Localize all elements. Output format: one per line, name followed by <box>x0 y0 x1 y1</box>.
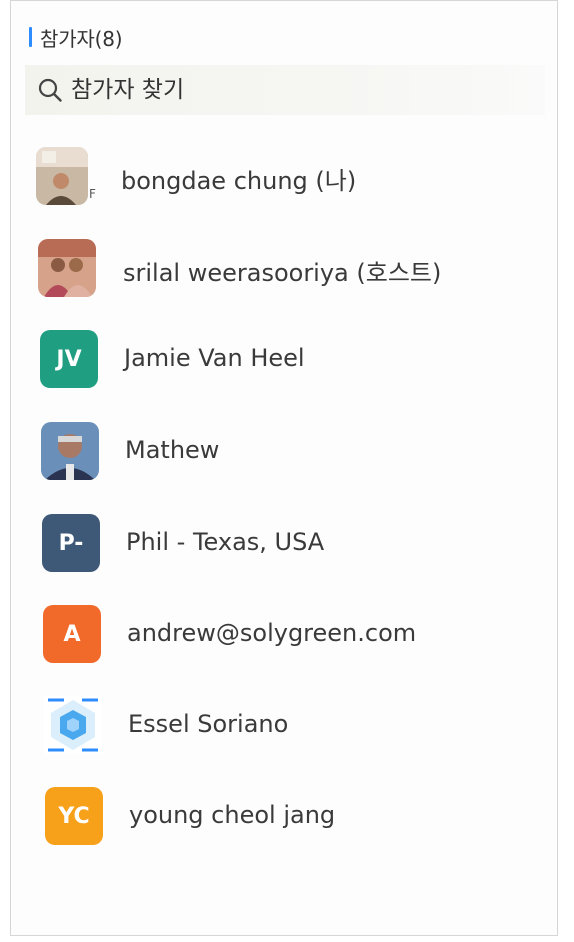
participant-row[interactable]: P- Phil - Texas, USA <box>11 498 559 588</box>
participant-name: Phil - Texas, USA <box>126 528 325 556</box>
participant-name: Mathew <box>125 436 220 464</box>
initials-avatar: A <box>43 605 101 663</box>
avatar-initials: YC <box>58 803 90 829</box>
participants-panel: 참가자(8) F bongdae chung (나) <box>10 0 558 936</box>
participant-name: Jamie Van Heel <box>124 344 305 372</box>
participant-name: young cheol jang <box>129 801 336 829</box>
participant-row[interactable]: JV Jamie Van Heel <box>11 314 559 404</box>
panel-header: 참가자(8) <box>29 23 123 51</box>
participant-row[interactable]: F bongdae chung (나) <box>11 131 559 221</box>
participants-count-title: 참가자(8) <box>40 26 123 51</box>
participant-row[interactable]: srilal weerasooriya (호스트) <box>11 222 559 312</box>
participant-row[interactable]: Mathew <box>11 406 559 496</box>
header-accent-bar <box>29 27 32 47</box>
avatar-initials: JV <box>56 346 82 372</box>
user-photo-icon <box>41 422 99 480</box>
avatar-corner-mark: F <box>89 187 96 201</box>
participant-row[interactable]: Essel Soriano <box>11 680 559 770</box>
search-bar[interactable] <box>25 65 545 115</box>
user-photo-icon <box>38 239 96 297</box>
search-participants-input[interactable] <box>71 77 511 103</box>
participant-name: srilal weerasooriya (호스트) <box>123 259 442 287</box>
user-photo-icon <box>36 147 88 205</box>
hexagon-logo-icon <box>44 696 102 754</box>
participant-name: Essel Soriano <box>128 710 289 738</box>
participant-row[interactable]: YC young cheol jang <box>11 771 559 861</box>
initials-avatar: P- <box>42 514 100 572</box>
participant-row[interactable]: A andrew@solygreen.com <box>11 589 559 679</box>
initials-avatar: JV <box>40 330 98 388</box>
initials-avatar: YC <box>45 787 103 845</box>
avatar-initials: A <box>63 621 81 647</box>
participant-name: andrew@solygreen.com <box>127 619 417 647</box>
participant-name: bongdae chung (나) <box>121 167 357 195</box>
search-icon <box>38 78 62 102</box>
avatar-initials: P- <box>58 530 84 556</box>
